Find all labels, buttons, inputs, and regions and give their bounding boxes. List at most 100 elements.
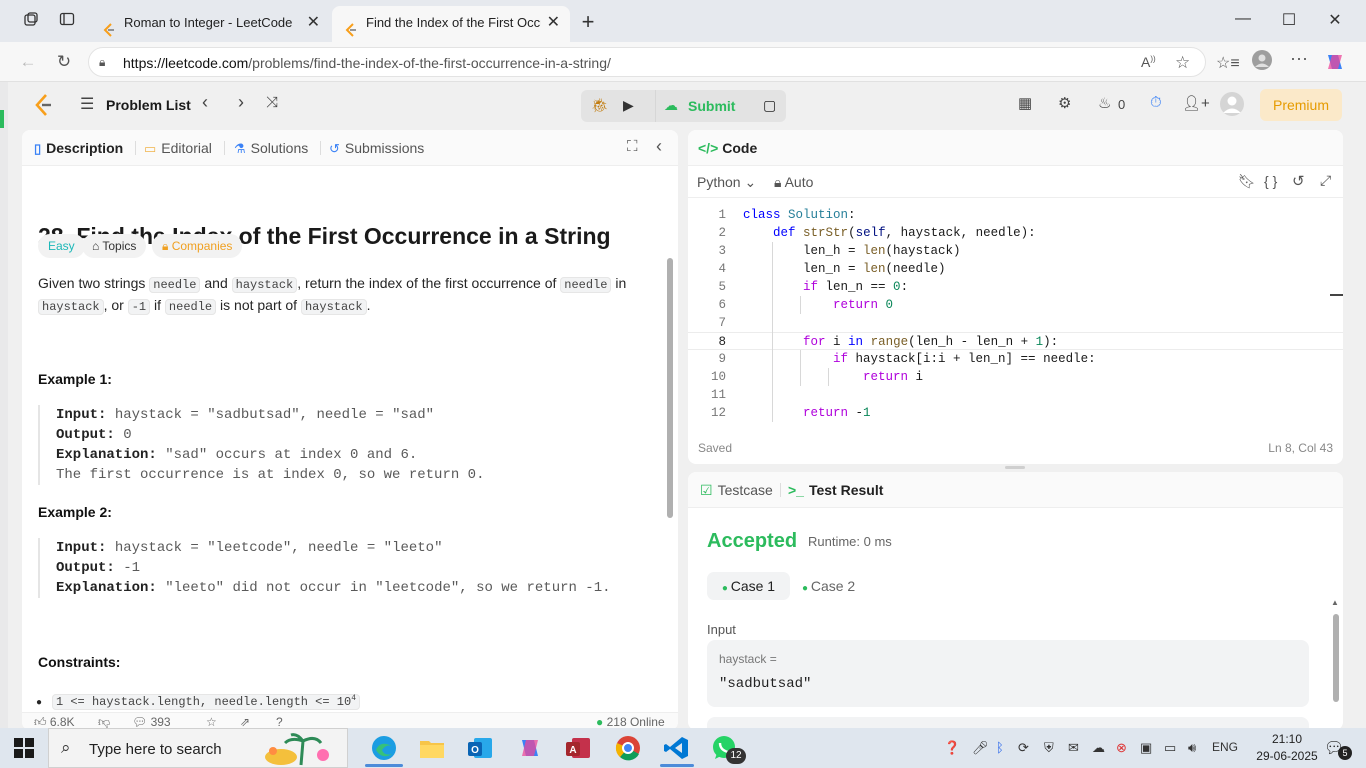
submit-button[interactable]: ☁ Submit	[655, 90, 761, 122]
premium-button[interactable]: Premium	[1260, 89, 1342, 121]
battery-icon[interactable]: ▭	[1164, 740, 1176, 756]
bluetooth-icon[interactable]: ᛒ	[996, 740, 1004, 755]
tab-editorial[interactable]: ▭ Editorial	[144, 140, 212, 157]
language-select[interactable]: Python ⌄	[697, 174, 756, 191]
favorites-icon[interactable]: ☆≡	[1216, 53, 1240, 73]
debug-icon[interactable]: 🐞︎	[591, 97, 609, 114]
update-icon[interactable]: ⟳	[1018, 740, 1029, 756]
security-shield-icon[interactable]: ⛨	[1044, 740, 1054, 756]
address-bar[interactable]: 🔒︎ https://leetcode.com/problems/find-th…	[88, 47, 1206, 77]
scroll-up-icon[interactable]: ▲	[1331, 598, 1339, 607]
volume-icon[interactable]: 🔊︎	[1188, 740, 1196, 756]
code-line: 9 if haystack[i:i + len_n] == needle:	[688, 350, 1343, 368]
read-aloud-icon[interactable]: A))	[1141, 54, 1156, 70]
microphone-icon[interactable]: 🎤︎	[972, 740, 989, 756]
profile-avatar[interactable]	[1252, 50, 1272, 75]
browser-tab-active[interactable]: Find the Index of the First Occurre ✕	[332, 6, 570, 42]
problem-list-link[interactable]: Problem List	[106, 97, 191, 113]
tab-description[interactable]: ▯ Description	[34, 140, 123, 157]
notes-button[interactable]: ▢	[754, 90, 786, 122]
layout-icon[interactable]: ▦	[1018, 94, 1032, 112]
outlook-icon[interactable]: O	[466, 734, 494, 762]
value: "leeto" did not occur in "leetcode", so …	[156, 580, 611, 596]
site-info-icon[interactable]: 🔒︎	[99, 55, 105, 70]
panel-resize-handle[interactable]	[1005, 466, 1025, 469]
prev-problem-icon[interactable]: ‹	[202, 92, 208, 113]
tab-submissions[interactable]: ↺ Submissions	[329, 140, 424, 157]
difficulty-badge[interactable]: Easy	[38, 234, 85, 258]
access-icon[interactable]: A	[564, 734, 592, 762]
close-tab-icon[interactable]: ✕	[547, 6, 560, 40]
tab-solutions[interactable]: ⚗ Solutions	[234, 140, 308, 157]
format-braces-icon[interactable]: { }	[1264, 173, 1277, 189]
value: The first occurrence is at index 0, so w…	[56, 467, 485, 483]
favorite-star-icon[interactable]: ☆	[1175, 53, 1190, 73]
whatsapp-icon[interactable]: 12	[710, 734, 746, 764]
bookmark-icon[interactable]: 🔖︎	[1238, 173, 1256, 190]
clock-date[interactable]: 29-06-2025	[1250, 749, 1324, 763]
result-scrollbar[interactable]	[1333, 614, 1339, 702]
timer-icon[interactable]: ⏱	[1150, 94, 1162, 111]
collapse-panel-icon[interactable]: ‹	[656, 136, 662, 157]
topics-chip[interactable]: ⌂ Topics	[82, 234, 147, 258]
address-row: ← ↻ 🔒︎ https://leetcode.com/problems/fin…	[0, 42, 1366, 82]
close-window-icon[interactable]: ✕	[1320, 10, 1350, 30]
leetcode-logo-icon[interactable]	[34, 94, 54, 120]
next-problem-icon[interactable]: ›	[238, 92, 244, 113]
taskbar-search-box[interactable]: ⌕ Type here to search	[48, 728, 348, 768]
add-user-icon[interactable]: 👤︎+	[1182, 94, 1210, 112]
active-app-indicator	[660, 764, 694, 767]
maximize-icon[interactable]: ☐	[1274, 10, 1304, 30]
fullscreen-icon[interactable]: ⤢	[1320, 172, 1331, 189]
companies-chip[interactable]: 🔒︎ Companies	[152, 234, 243, 258]
display-icon[interactable]: ▣	[1140, 740, 1152, 756]
reset-icon[interactable]: ↺	[1292, 172, 1305, 190]
code-line: 12 return -1	[688, 404, 1343, 422]
random-problem-icon[interactable]: ⤨	[266, 94, 278, 111]
auto-mode[interactable]: 🔒︎ Auto	[774, 174, 813, 191]
pass-dot: ●	[721, 583, 731, 594]
code-editor[interactable]: 1 class Solution: 2 def strStr(self, hays…	[688, 202, 1343, 422]
case-2-tab[interactable]: ● Case 2	[802, 572, 872, 600]
streak-flame-icon[interactable]: ♨	[1098, 94, 1111, 112]
copilot-icon[interactable]	[1324, 51, 1346, 78]
variable-value: "sadbutsad"	[719, 676, 812, 692]
browser-tab-roman[interactable]: Roman to Integer - LeetCode ✕	[90, 6, 330, 42]
language-indicator[interactable]: ENG	[1212, 740, 1238, 754]
cursor-position: Ln 8, Col 43	[1268, 441, 1333, 455]
tab-test-result[interactable]: >_ Test Result	[788, 482, 883, 498]
more-options-icon[interactable]: ···	[1290, 48, 1308, 69]
chrome-icon[interactable]	[614, 734, 642, 762]
maximize-panel-icon[interactable]: ⛶	[627, 138, 638, 155]
copilot-app-icon[interactable]	[516, 734, 544, 762]
case-1-tab[interactable]: ● Case 1	[707, 572, 790, 600]
comments-button[interactable]: 💬︎ 393	[132, 715, 171, 729]
workspaces-icon[interactable]	[20, 11, 42, 33]
share-icon[interactable]: ⇗	[240, 715, 250, 729]
tab-actions-icon[interactable]	[56, 11, 78, 33]
edge-app-icon[interactable]	[370, 734, 398, 762]
star-icon[interactable]: ☆	[206, 715, 217, 729]
onedrive-icon[interactable]: ☁	[1092, 740, 1105, 756]
network-warning-icon[interactable]: ⊗	[1116, 740, 1127, 756]
description-scrollbar[interactable]	[667, 258, 673, 518]
run-icon[interactable]: ▶	[623, 97, 634, 114]
refresh-icon[interactable]: ↻	[52, 50, 76, 74]
user-avatar[interactable]	[1220, 92, 1244, 120]
windows-start-icon[interactable]	[14, 738, 34, 761]
help-tray-icon[interactable]: ❓	[944, 740, 960, 756]
file-explorer-icon[interactable]	[418, 734, 446, 762]
minimize-icon[interactable]: —	[1228, 10, 1258, 28]
settings-gear-icon[interactable]: ⚙	[1058, 94, 1071, 112]
leetcode-favicon-icon	[344, 16, 358, 37]
back-icon[interactable]: ←	[16, 50, 40, 74]
tab-code[interactable]: </> Code	[698, 140, 757, 156]
help-icon[interactable]: ?	[276, 715, 283, 729]
tab-testcase[interactable]: ☑ Testcase	[700, 482, 773, 499]
vscode-icon[interactable]	[662, 734, 690, 762]
close-tab-icon[interactable]: ✕	[307, 6, 320, 40]
new-tab-icon[interactable]: +	[577, 11, 599, 33]
clock-time[interactable]: 21:10	[1262, 732, 1312, 746]
gmail-icon[interactable]: ✉	[1068, 740, 1079, 756]
bullet: ●	[36, 697, 43, 708]
